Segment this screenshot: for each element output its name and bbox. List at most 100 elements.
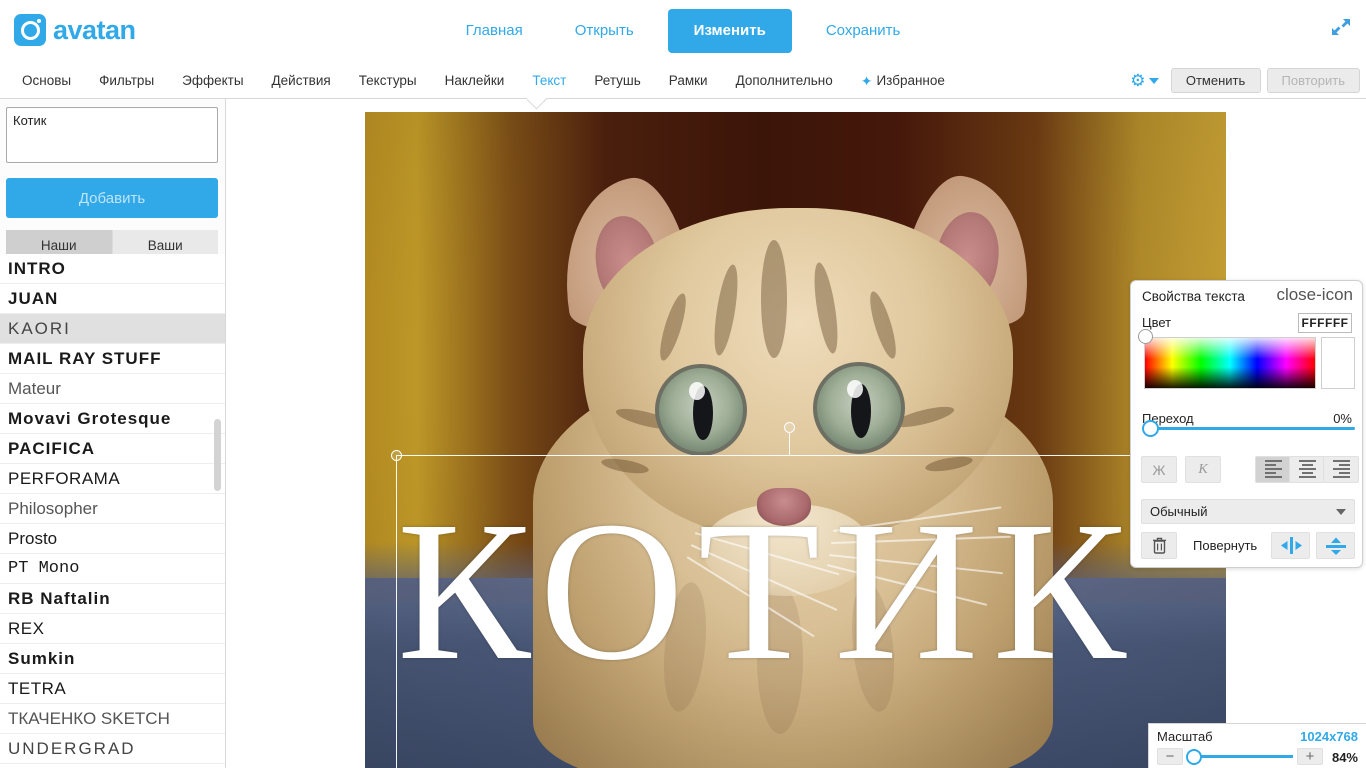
- font-list-item[interactable]: ТКАЧЕНКО SKETCH: [0, 704, 225, 734]
- font-name: PACIFICA: [8, 439, 96, 458]
- zoom-percent: 84%: [1331, 750, 1358, 765]
- redo-button: Повторить: [1266, 68, 1360, 93]
- font-name: Movavi Grotesque: [8, 409, 172, 428]
- menu-item-retush[interactable]: Ретушь: [580, 73, 654, 88]
- menu-item-dopolnitelno[interactable]: Дополнительно: [722, 73, 847, 88]
- font-list-item[interactable]: PERFORAMA: [0, 464, 225, 494]
- font-list-item[interactable]: Movavi Grotesque: [0, 404, 225, 434]
- text-style-select[interactable]: Обычный: [1141, 499, 1355, 524]
- panel-title: Свойства текста: [1142, 289, 1245, 304]
- font-list-item[interactable]: TETRA: [0, 674, 225, 704]
- menu-item-ramki[interactable]: Рамки: [655, 73, 722, 88]
- topnav-edit[interactable]: Изменить: [667, 9, 792, 53]
- text-selection-box[interactable]: [391, 422, 1226, 768]
- scrollbar-thumb[interactable]: [214, 419, 221, 491]
- font-list-item[interactable]: REX: [0, 614, 225, 644]
- font-list-item[interactable]: MAIL RAY STUFF: [0, 344, 225, 374]
- undo-button[interactable]: Отменить: [1170, 68, 1261, 93]
- rotate-handle-stem: [789, 432, 790, 456]
- star-icon: ✦: [860, 72, 873, 89]
- gradient-slider-knob[interactable]: [1142, 420, 1159, 437]
- topnav-save[interactable]: Сохранить: [800, 0, 927, 62]
- align-right-icon[interactable]: [1323, 456, 1359, 483]
- font-name: RB Naftalin: [8, 589, 111, 608]
- font-name: Philosopher: [8, 499, 98, 518]
- top-nav: Главная Открыть Изменить Сохранить: [0, 0, 1366, 62]
- font-name: Sumkin: [8, 649, 76, 668]
- font-list[interactable]: INTRO JUAN KAORI MAIL RAY STUFF Mateur Movavi…: [0, 254, 225, 768]
- font-list-item[interactable]: JUAN: [0, 284, 225, 314]
- topnav-open[interactable]: Открыть: [549, 0, 660, 62]
- font-name: REX: [8, 619, 45, 638]
- font-list-item[interactable]: PACIFICA: [0, 434, 225, 464]
- color-picker-field[interactable]: [1144, 337, 1316, 389]
- font-name: MAIL RAY STUFF: [8, 349, 162, 368]
- font-name: Mateur: [8, 379, 61, 398]
- font-name: ТКАЧЕНКО SKETCH: [8, 709, 170, 728]
- toolbar-right: ⚙ Отменить Повторить: [1124, 62, 1360, 99]
- avatan-editor-window: avatan Главная Открыть Изменить Сохранит…: [0, 0, 1366, 768]
- flip-horizontal-icon[interactable]: [1271, 532, 1310, 559]
- menu-item-effekty[interactable]: Эффекты: [168, 73, 257, 88]
- resize-handle-top-left[interactable]: [391, 450, 402, 461]
- gradient-value: 0%: [1333, 411, 1352, 426]
- collapse-arrows-icon[interactable]: [1330, 16, 1352, 38]
- bold-button[interactable]: Ж: [1141, 456, 1177, 483]
- chevron-down-icon: [1148, 77, 1159, 84]
- font-name: UNDERGRAD: [8, 739, 136, 758]
- gear-icon: ⚙: [1130, 71, 1146, 90]
- menu-items: Основы Фильтры Эффекты Действия Текстуры…: [8, 62, 959, 99]
- font-name: Prosto: [8, 529, 58, 548]
- menu-item-izbrannoe-label: Избранное: [876, 73, 945, 88]
- font-name: TETRA: [8, 679, 67, 698]
- menu-item-filtry[interactable]: Фильтры: [85, 73, 168, 88]
- menu-item-tekst[interactable]: Текст: [518, 73, 580, 88]
- menu-item-deystviya[interactable]: Действия: [258, 73, 345, 88]
- font-list-item[interactable]: RB Naftalin: [0, 584, 225, 614]
- font-name: PT Mono: [8, 559, 80, 578]
- image-dimensions[interactable]: 1024x768: [1300, 729, 1358, 744]
- font-list-item[interactable]: UNDERGRAD: [0, 734, 225, 764]
- font-name: KAORI: [8, 319, 71, 338]
- rotate-label: Повернуть: [1193, 538, 1258, 553]
- font-list-item[interactable]: Prosto: [0, 524, 225, 554]
- color-hex-field[interactable]: FFFFFF: [1298, 313, 1352, 333]
- font-list-item[interactable]: Philosopher: [0, 494, 225, 524]
- italic-button[interactable]: К: [1185, 456, 1221, 483]
- font-name: INTRO: [8, 259, 66, 278]
- gradient-slider-track[interactable]: [1144, 427, 1355, 430]
- color-label: Цвет: [1142, 315, 1172, 330]
- align-left-icon[interactable]: [1255, 456, 1291, 483]
- font-list-item[interactable]: Sumkin: [0, 644, 225, 674]
- text-input[interactable]: [6, 107, 218, 163]
- flip-vertical-icon[interactable]: [1316, 532, 1355, 559]
- font-list-item[interactable]: Mateur: [0, 374, 225, 404]
- zoom-label: Масштаб: [1157, 729, 1213, 744]
- zoom-slider-track[interactable]: [1189, 755, 1293, 758]
- menu-item-osnovy[interactable]: Основы: [8, 73, 85, 88]
- trash-icon[interactable]: [1141, 532, 1177, 559]
- rotate-handle[interactable]: [784, 422, 795, 433]
- font-list-item[interactable]: INTRO: [0, 254, 225, 284]
- zoom-panel: Масштаб 1024x768 − + 84%: [1148, 723, 1366, 768]
- add-text-button[interactable]: Добавить: [6, 178, 218, 218]
- menu-item-tekstury[interactable]: Текстуры: [345, 73, 431, 88]
- image-canvas[interactable]: КОТИК: [365, 112, 1226, 768]
- topnav-home[interactable]: Главная: [440, 0, 549, 62]
- color-preview-swatch: [1321, 337, 1355, 389]
- settings-button[interactable]: ⚙: [1124, 72, 1164, 89]
- zoom-slider-knob[interactable]: [1186, 749, 1202, 765]
- menu-item-nakleyki[interactable]: Наклейки: [431, 73, 519, 88]
- font-list-scrollbar[interactable]: [214, 361, 221, 768]
- menu-item-izbrannoe[interactable]: ✦ Избранное: [847, 73, 959, 88]
- text-tool-sidebar: Добавить Наши Ваши INTROJUANKAORIMAIL RA…: [0, 99, 226, 768]
- font-list-item[interactable]: PT Mono: [0, 554, 225, 584]
- font-name: JUAN: [8, 289, 59, 308]
- color-picker-knob[interactable]: [1138, 329, 1153, 344]
- align-center-icon[interactable]: [1289, 456, 1325, 483]
- menu-bar: Основы Фильтры Эффекты Действия Текстуры…: [0, 62, 1366, 99]
- zoom-out-button[interactable]: −: [1157, 748, 1183, 765]
- font-list-item[interactable]: KAORI: [0, 314, 225, 344]
- zoom-in-button[interactable]: +: [1297, 748, 1323, 765]
- close-icon[interactable]: close-icon: [1276, 286, 1353, 303]
